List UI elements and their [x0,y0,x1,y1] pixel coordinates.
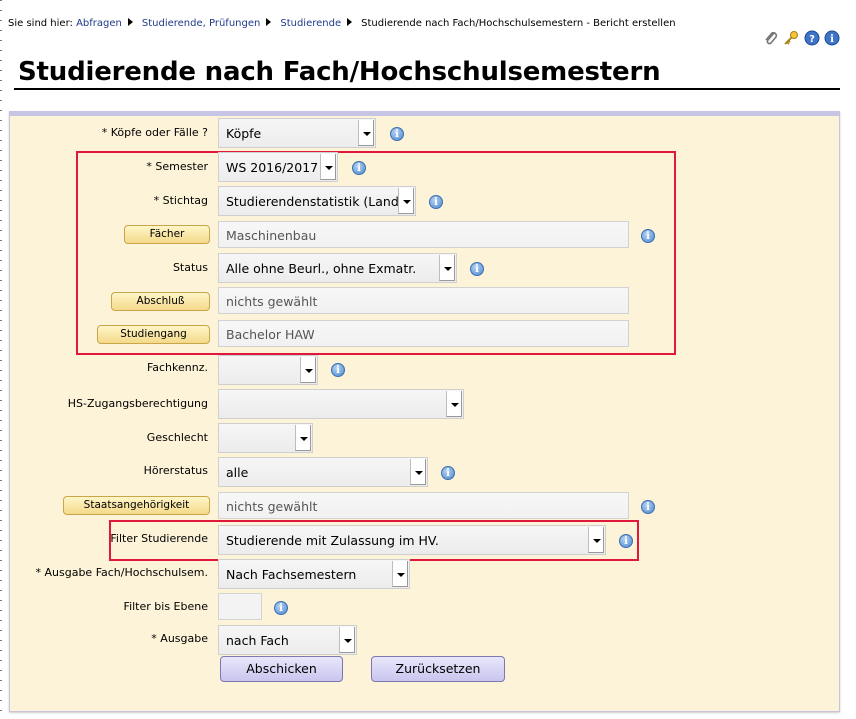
label-semester: * Semester [146,160,208,173]
label-filter-ebene: Filter bis Ebene [123,600,208,613]
info-icon[interactable]: i [824,30,840,46]
label-filter-studierende: Filter Studierende [110,532,208,545]
info-icon[interactable]: i [470,262,484,276]
label-status: Status [172,261,208,274]
abschluss-value: nichts gewählt [226,294,318,309]
filter-studierende-value: Studierende mit Zulassung im HV. [226,533,439,548]
label-ausgabe: * Ausgabe [151,632,208,645]
label-hs-zugang: HS-Zugangsberechtigung [67,397,208,410]
info-icon[interactable]: i [619,534,633,548]
studiengang-field[interactable]: Bachelor HAW [218,320,629,347]
left-edge-dots [0,0,2,719]
chevron-down-icon[interactable] [588,527,604,553]
breadcrumb-arrow-icon [127,18,133,26]
filter-ebene-input[interactable] [218,593,262,620]
filter-studierende-select[interactable]: Studierende mit Zulassung im HV. [218,525,606,555]
svg-text:?: ? [809,34,815,45]
breadcrumb-link-abfragen[interactable]: Abfragen [76,18,122,29]
breadcrumb: Sie sind hier: Abfragen Studierende, Prüf… [8,18,676,29]
chevron-down-icon[interactable] [410,459,426,485]
label-ausgabe-fach: * Ausgabe Fach/Hochschulsem. [35,566,209,579]
status-value: Alle ohne Beurl., ohne Exmatr. [226,261,417,276]
help-icon[interactable]: ? [804,30,820,46]
chevron-down-icon[interactable] [320,154,336,180]
svg-text:i: i [830,34,834,45]
submit-button[interactable]: Abschicken [220,656,343,682]
faecher-button[interactable]: Fächer [124,225,210,244]
breadcrumb-prefix: Sie sind hier: [8,18,73,29]
ausgabe-select[interactable]: nach Fach [218,625,357,655]
title-divider [14,88,840,90]
fachkennz-select[interactable] [218,355,318,385]
chevron-down-icon[interactable] [398,188,414,214]
hoererstatus-select[interactable]: alle [218,457,428,487]
breadcrumb-arrow-icon [347,18,353,26]
info-icon[interactable]: i [641,229,655,243]
label-fachkennz: Fachkennz. [146,361,208,374]
ausgabe-value: nach Fach [226,633,289,648]
chevron-down-icon[interactable] [358,120,374,146]
info-icon[interactable]: i [390,127,404,141]
chevron-down-icon[interactable] [300,357,316,383]
stichtag-value: Studierendenstatistik (Land) [226,194,404,209]
chevron-down-icon[interactable] [446,391,462,417]
hs-zugang-select[interactable] [218,389,464,419]
breadcrumb-link-studierende[interactable]: Studierende [280,18,341,29]
ausgabe-fach-select[interactable]: Nach Fachsemestern [218,559,410,589]
faecher-value: Maschinenbau [226,228,317,243]
label-hoererstatus: Hörerstatus [143,464,208,477]
abschluss-field[interactable]: nichts gewählt [218,287,629,314]
key-icon[interactable] [783,30,799,46]
info-icon[interactable]: i [441,466,455,480]
info-icon[interactable]: i [352,161,366,175]
studiengang-button[interactable]: Studiengang [97,325,210,344]
label-stichtag: * Stichtag [153,194,208,207]
info-icon[interactable]: i [331,363,345,377]
page-title: Studierende nach Fach/Hochschulsemestern [18,57,661,87]
status-select[interactable]: Alle ohne Beurl., ohne Exmatr. [218,253,457,283]
semester-select[interactable]: WS 2016/2017 [218,152,338,182]
breadcrumb-current: Studierende nach Fach/Hochschulsemestern… [361,18,676,29]
staatsangehoerigkeit-value: nichts gewählt [226,499,318,514]
ausgabe-fach-value: Nach Fachsemestern [226,567,357,582]
chevron-down-icon[interactable] [295,425,311,451]
staatsangehoerigkeit-button[interactable]: Staatsangehörigkeit [63,496,210,515]
info-icon[interactable]: i [429,195,443,209]
studiengang-value: Bachelor HAW [226,327,315,342]
koepfe-value: Köpfe [226,126,262,141]
breadcrumb-arrow-icon [266,18,272,26]
chevron-down-icon[interactable] [339,627,355,653]
koepfe-select[interactable]: Köpfe [218,118,376,148]
staatsangehoerigkeit-field[interactable]: nichts gewählt [218,492,629,519]
chevron-down-icon[interactable] [439,255,455,281]
info-icon[interactable]: i [641,500,655,514]
info-icon[interactable]: i [274,601,288,615]
label-koepfe: * Köpfe oder Fälle ? [101,126,208,139]
abschluss-button[interactable]: Abschluß [111,292,210,311]
semester-value: WS 2016/2017 [226,160,319,175]
faecher-field[interactable]: Maschinenbau [218,221,629,248]
label-geschlecht: Geschlecht [146,431,208,444]
paperclip-icon[interactable] [763,30,779,46]
reset-button[interactable]: Zurücksetzen [371,656,505,682]
stichtag-select[interactable]: Studierendenstatistik (Land) [218,186,416,216]
hoererstatus-value: alle [226,465,249,480]
chevron-down-icon[interactable] [392,561,408,587]
breadcrumb-link-studierende-pruefungen[interactable]: Studierende, Prüfungen [142,18,260,29]
geschlecht-select[interactable] [218,423,313,453]
